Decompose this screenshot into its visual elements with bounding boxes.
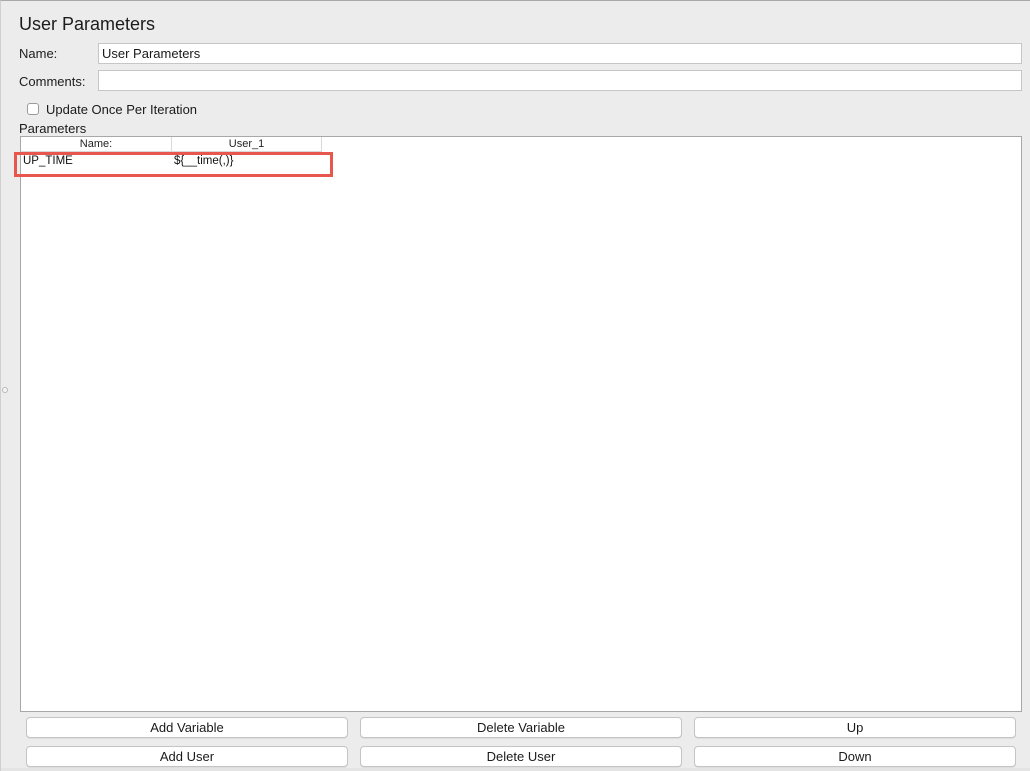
parameters-section-label: Parameters [19,121,87,136]
up-button[interactable]: Up [694,717,1016,738]
table-header: Name: User_1 [21,137,322,152]
delete-user-button[interactable]: Delete User [360,746,682,767]
comments-label: Comments: [19,74,86,89]
parameters-table[interactable]: Name: User_1 UP_TIME ${__time(,)} [20,136,1022,712]
column-header-name[interactable]: Name: [21,137,172,152]
split-pane-handle[interactable] [2,387,8,393]
add-variable-button[interactable]: Add Variable [26,717,348,738]
panel-title: User Parameters [19,14,156,34]
table-row[interactable]: UP_TIME ${__time(,)} [21,153,322,170]
update-once-option[interactable]: Update Once Per Iteration [27,101,197,117]
cell-user-1-value[interactable]: ${__time(,)} [172,153,322,170]
name-field[interactable]: User Parameters [98,43,1022,64]
delete-variable-button[interactable]: Delete Variable [360,717,682,738]
add-user-button[interactable]: Add User [26,746,348,767]
comments-field[interactable] [98,70,1022,91]
user-parameters-panel: User Parameters Name: User Parameters Co… [0,0,1030,771]
update-once-checkbox[interactable] [27,103,39,115]
name-label: Name: [19,46,58,61]
column-header-user-1[interactable]: User_1 [172,137,322,152]
update-once-label: Update Once Per Iteration [46,101,198,117]
down-button[interactable]: Down [694,746,1016,767]
cell-variable-name[interactable]: UP_TIME [21,153,172,170]
